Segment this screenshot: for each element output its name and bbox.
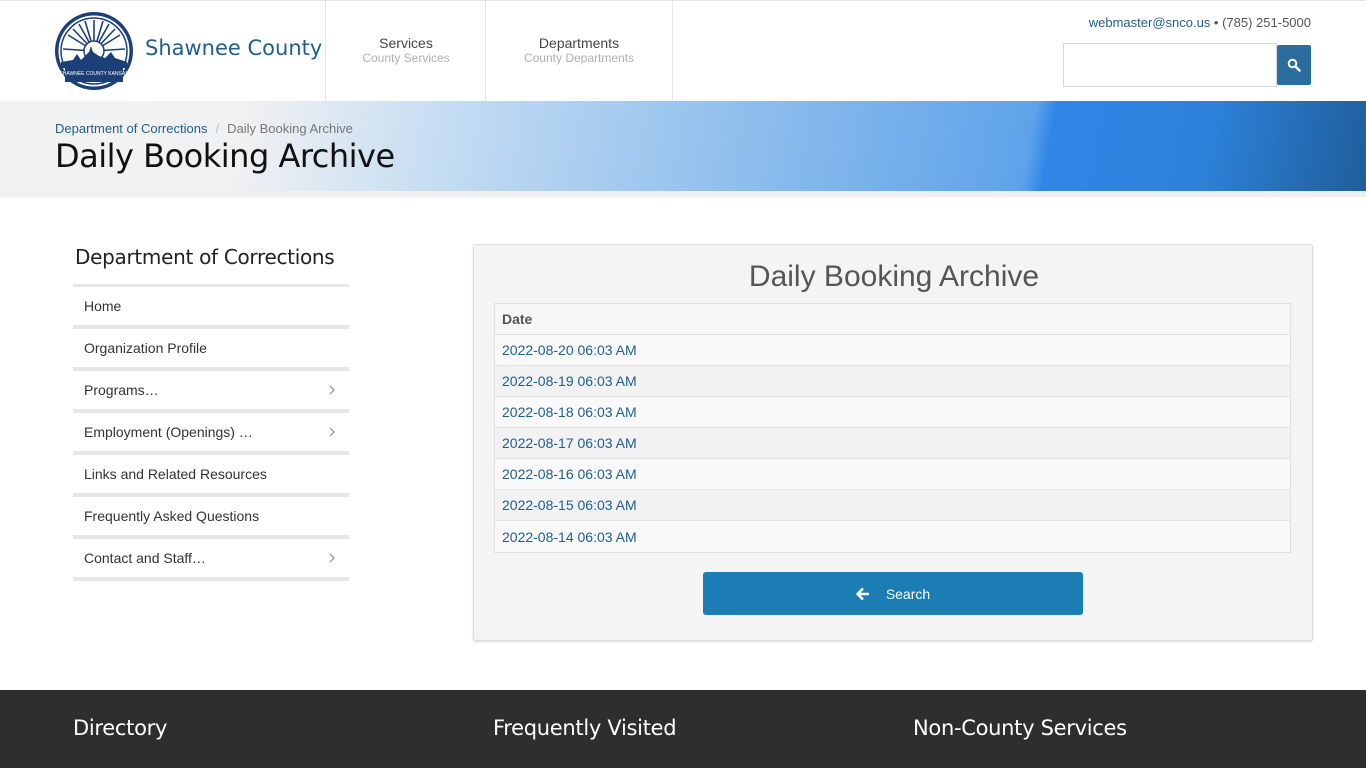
table-row-link[interactable]: 2022-08-17 06:03 AM	[495, 428, 1290, 459]
chevron-right-icon	[329, 553, 335, 563]
site-search-input[interactable]	[1063, 43, 1277, 87]
sidebar-item-label: Frequently Asked Questions	[84, 508, 260, 524]
table-row-link[interactable]: 2022-08-16 06:03 AM	[495, 459, 1290, 490]
sidebar-title: Department of Corrections	[75, 245, 335, 269]
sidebar-item-label: Home	[84, 298, 122, 314]
footer-heading-non-county-services: Non-County Services	[913, 716, 1127, 740]
banner-divider	[0, 191, 1366, 197]
table-header-date: Date	[495, 304, 1290, 335]
table-row-link[interactable]: 2022-08-18 06:03 AM	[495, 397, 1290, 428]
nav-services-title: Services	[379, 35, 433, 51]
sidebar-item-label: Organization Profile	[84, 340, 207, 356]
contact-phone: (785) 251-5000	[1222, 15, 1311, 30]
contact-email-link[interactable]: webmaster@snco.us	[1089, 15, 1211, 30]
chevron-right-icon	[329, 427, 335, 437]
sidebar-item-contact-staff[interactable]: Contact and Staff…	[73, 536, 349, 578]
sidebar-item-links-resources[interactable]: Links and Related Resources	[73, 452, 349, 494]
booking-archive-table: Date 2022-08-20 06:03 AM 2022-08-19 06:0…	[494, 303, 1291, 553]
table-body: 2022-08-20 06:03 AM 2022-08-19 06:03 AM …	[495, 335, 1290, 552]
site-header: SHAWNEE COUNTY KANSAS Shawnee County Ser…	[0, 0, 1366, 102]
sidebar-item-organization-profile[interactable]: Organization Profile	[73, 326, 349, 368]
page-title: Daily Booking Archive	[55, 137, 395, 175]
nav-services-subtitle: County Services	[362, 51, 450, 65]
site-footer: Directory Frequently Visited Non-County …	[0, 690, 1366, 768]
table-row-link[interactable]: 2022-08-15 06:03 AM	[495, 490, 1290, 521]
booking-archive-panel: Daily Booking Archive Date 2022-08-20 06…	[473, 244, 1313, 641]
sidebar-item-label: Employment (Openings) …	[84, 424, 253, 440]
sidebar-bottom-border	[73, 578, 349, 581]
site-search-button[interactable]	[1277, 45, 1311, 85]
sidebar-nav: Home Organization Profile Programs… Empl…	[73, 284, 349, 581]
sidebar-item-label: Links and Related Resources	[84, 466, 267, 482]
nav-services[interactable]: Services County Services	[325, 1, 486, 102]
back-to-search-button[interactable]: Search	[703, 572, 1083, 615]
sidebar-item-faq[interactable]: Frequently Asked Questions	[73, 494, 349, 536]
footer-heading-frequently-visited: Frequently Visited	[493, 716, 677, 740]
panel-title: Daily Booking Archive	[748, 260, 1040, 293]
sidebar-item-label: Programs…	[84, 382, 159, 398]
breadcrumb-item-current: Daily Booking Archive	[227, 121, 353, 136]
breadcrumb: Department of Corrections / Daily Booking …	[55, 121, 353, 136]
nav-departments[interactable]: Departments County Departments	[485, 1, 673, 102]
site-name[interactable]: Shawnee County	[145, 36, 322, 60]
breadcrumb-separator: /	[215, 121, 220, 136]
contact-info: webmaster@snco.us • (785) 251-5000	[1089, 15, 1311, 30]
sidebar-item-programs[interactable]: Programs…	[73, 368, 349, 410]
contact-separator: •	[1210, 15, 1223, 30]
arrow-left-icon	[856, 587, 869, 600]
nav-departments-subtitle: County Departments	[523, 51, 635, 65]
chevron-right-icon	[329, 385, 335, 395]
county-seal-logo[interactable]: SHAWNEE COUNTY KANSAS	[55, 12, 133, 90]
nav-departments-title: Departments	[538, 35, 620, 51]
sidebar-item-home[interactable]: Home	[73, 284, 349, 326]
sidebar-item-label: Contact and Staff…	[84, 550, 206, 566]
search-button-label: Search	[885, 585, 931, 602]
footer-heading-directory: Directory	[73, 716, 168, 740]
breadcrumb-item-department[interactable]: Department of Corrections	[55, 121, 207, 136]
table-row-link[interactable]: 2022-08-19 06:03 AM	[495, 366, 1290, 397]
table-row-link[interactable]: 2022-08-20 06:03 AM	[495, 335, 1290, 366]
logo-text: SHAWNEE COUNTY KANSAS	[59, 71, 129, 77]
table-row-link[interactable]: 2022-08-14 06:03 AM	[495, 521, 1290, 552]
sidebar-item-employment[interactable]: Employment (Openings) …	[73, 410, 349, 452]
search-icon	[1287, 58, 1301, 72]
